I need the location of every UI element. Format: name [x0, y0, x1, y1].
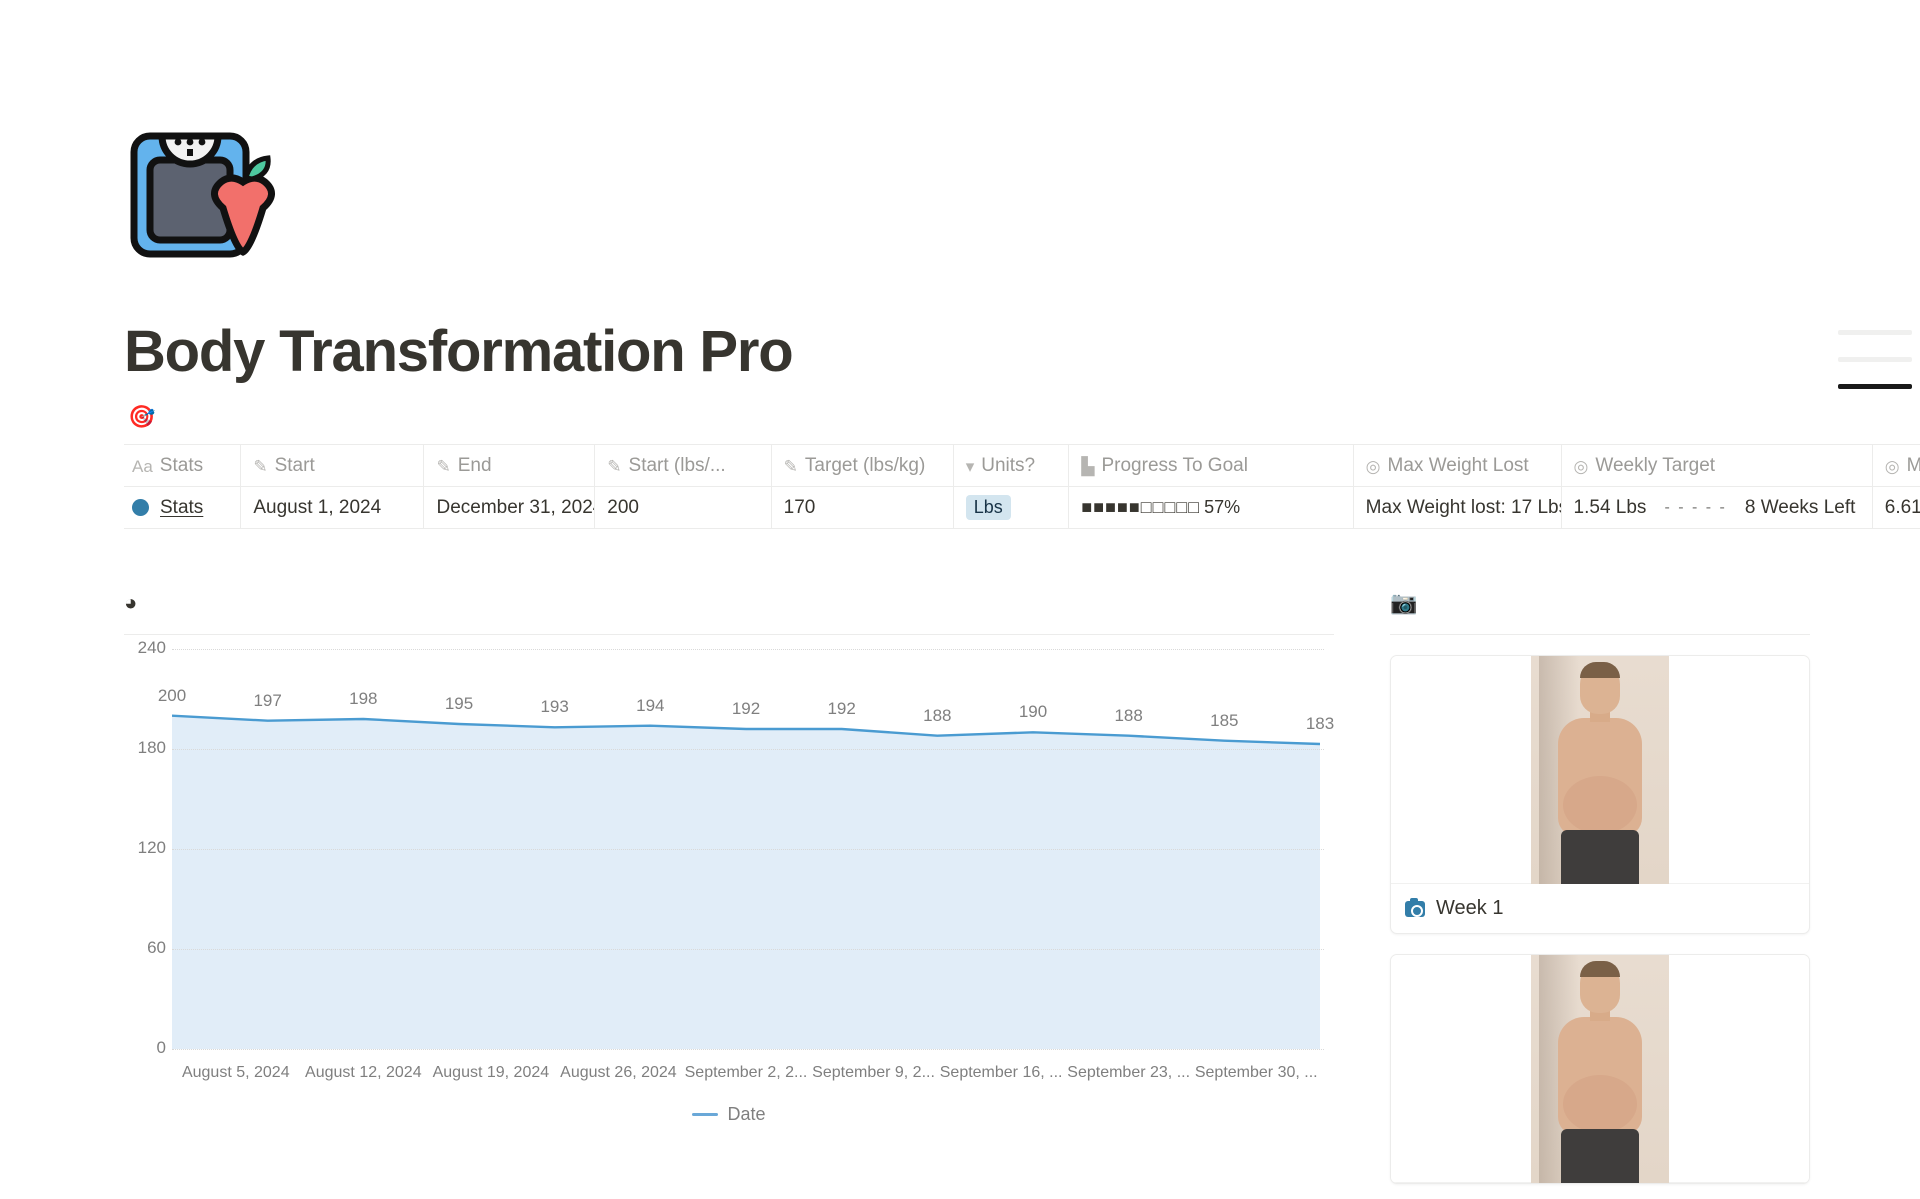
pencil-date-icon: ✎ [253, 456, 268, 476]
y-axis-tick-label: 60 [147, 938, 166, 957]
divider [1390, 634, 1810, 635]
select-icon: ▾ [965, 456, 975, 476]
column-header-stats[interactable]: Aa Stats [124, 444, 242, 487]
x-axis-tick-label: September 30, ... [1194, 1064, 1318, 1081]
pencil-number-icon: ✎ [607, 456, 622, 476]
progress-photo-gallery: 📷 Week 1 [1390, 590, 1810, 1184]
legend-swatch [692, 1113, 719, 1116]
column-header-start-weight[interactable]: ✎ Start (lbs/... [594, 444, 772, 487]
pie-chart-icon: ◕ [124, 590, 138, 615]
table-row[interactable]: Stats August 1, 2024 December 31, 2024 2… [124, 486, 1920, 529]
stats-database: Aa Stats ✎ Start ✎ End ✎ Start (lbs/... ✎ Tar… [124, 444, 1920, 529]
title-type-icon: Aa [132, 456, 153, 476]
chart-legend: Date [124, 1104, 1334, 1125]
y-axis-tick-label: 120 [137, 838, 166, 857]
data-point-label: 185 [1210, 710, 1239, 730]
column-header-max-weight-lost[interactable]: ◎ Max Weight Lost [1353, 444, 1562, 487]
column-header-end[interactable]: ✎ End [423, 444, 596, 487]
target-icon: ◎ [1365, 456, 1381, 476]
gridline [172, 749, 1324, 750]
weight-scale-apple-emoji[interactable] [128, 128, 296, 268]
gallery-card[interactable] [1390, 954, 1810, 1184]
gridline [172, 1049, 1324, 1050]
y-axis-tick-label: 0 [156, 1038, 166, 1057]
cell-start-date[interactable]: August 1, 2024 [240, 486, 425, 529]
cell-stats-name[interactable]: Stats [124, 486, 242, 529]
card-caption-text: Week 1 [1436, 897, 1504, 919]
card-caption: Week 1 [1391, 884, 1809, 933]
column-header-units[interactable]: ▾ Units? [953, 444, 1070, 487]
units-tag: Lbs [965, 495, 1011, 520]
cell-progress-to-goal[interactable]: ■■■■■□□□□□ 57% [1068, 486, 1354, 529]
cell-start-weight[interactable]: 200 [594, 486, 772, 529]
menu-line [1838, 357, 1912, 362]
weekly-target-dashes: - - - - - [1664, 498, 1727, 516]
menu-line [1838, 330, 1912, 335]
menu-line-active [1838, 384, 1912, 389]
x-axis-tick-label: August 5, 2024 [181, 1064, 290, 1081]
notion-page: Body Transformation Pro 🎯 Aa Stats ✎ Start [0, 0, 1920, 1199]
weight-area-chart[interactable]: Date 0 60 120 180 240 200 197 198 195 193 194 192 19… [124, 638, 1335, 1124]
gridline [172, 949, 1324, 950]
data-point-label: 183 [1305, 714, 1335, 733]
target-icon: ◎ [1573, 456, 1589, 476]
card-image [1391, 656, 1809, 884]
weight-chart-panel: ◕ Date 0 60 120 180 240 200 197 198 195 193 194 192… [124, 590, 1335, 1124]
data-point-label: 188 [1114, 705, 1143, 725]
x-axis-tick-label: September 23, ... [1067, 1064, 1191, 1081]
archery-icon: 🎯 [128, 404, 156, 429]
data-point-label: 197 [253, 690, 282, 710]
card-image [1391, 955, 1809, 1183]
weekly-target-value: 1.54 Lbs [1573, 496, 1647, 518]
x-axis-tick-label: August 19, 2024 [432, 1064, 550, 1081]
data-point-label: 195 [444, 694, 474, 713]
cell-weekly-target[interactable]: 1.54 Lbs - - - - - 8 Weeks Left [1561, 486, 1873, 529]
progress-percent: 57% [1204, 496, 1241, 517]
pencil-date-icon: ✎ [436, 456, 451, 476]
menu-lines-icon[interactable] [1838, 330, 1912, 389]
x-axis-tick-label: September 16, ... [939, 1064, 1063, 1081]
status-dot [132, 499, 149, 516]
legend-label: Date [727, 1104, 766, 1124]
column-header-weekly-target[interactable]: ◎ Weekly Target [1561, 444, 1873, 487]
camera-icon: 📷 [1390, 590, 1418, 615]
column-header-target-weight[interactable]: ✎ Target (lbs/kg) [771, 444, 954, 487]
data-point-label: 200 [157, 685, 187, 705]
table-header-row: Aa Stats ✎ Start ✎ End ✎ Start (lbs/... ✎ Tar… [124, 444, 1920, 487]
column-header-truncated[interactable]: ◎M [1872, 444, 1920, 487]
y-axis-tick-label: 240 [137, 638, 166, 657]
bar-chart-icon: ▙ [1081, 456, 1095, 476]
weekly-target-remaining: 8 Weeks Left [1744, 496, 1856, 518]
data-point-label: 194 [636, 695, 665, 715]
progress-photo [1531, 656, 1669, 884]
progress-photo [1531, 955, 1669, 1183]
x-axis-tick-label: August 12, 2024 [305, 1064, 422, 1081]
data-point-label: 193 [540, 697, 569, 717]
cell-end-date[interactable]: December 31, 2024 [423, 486, 596, 529]
divider [124, 634, 1334, 635]
gallery-card[interactable]: Week 1 [1390, 655, 1810, 934]
x-axis-tick-label: September 2, 2... [684, 1064, 808, 1081]
gridline [172, 649, 1324, 650]
data-point-label: 192 [731, 699, 761, 718]
column-header-progress-to-goal[interactable]: ▙ Progress To Goal [1068, 444, 1354, 487]
data-point-label: 198 [349, 689, 378, 708]
gridline [172, 849, 1324, 850]
progress-blocks: ■■■■■□□□□□ [1081, 496, 1201, 517]
column-header-start[interactable]: ✎ Start [240, 444, 425, 487]
target-icon: ◎ [1884, 456, 1900, 476]
x-axis-tick-label: August 26, 2024 [560, 1064, 677, 1081]
x-axis-tick-label: September 9, 2... [812, 1064, 935, 1081]
cell-max-weight-lost[interactable]: Max Weight lost: 17 Lbs [1353, 486, 1562, 529]
data-point-label: 192 [827, 699, 856, 718]
cell-target-weight[interactable]: 170 [771, 486, 954, 529]
camera-icon [1405, 897, 1425, 917]
pencil-number-icon: ✎ [783, 456, 798, 476]
data-point-label: 190 [1018, 702, 1048, 722]
data-point-label: 188 [923, 705, 952, 725]
y-axis-tick-label: 180 [137, 738, 166, 757]
cell-truncated-value[interactable]: 6.61 [1872, 486, 1920, 529]
page-title: Body Transformation Pro [124, 319, 794, 384]
cell-units[interactable]: Lbs [953, 486, 1070, 529]
